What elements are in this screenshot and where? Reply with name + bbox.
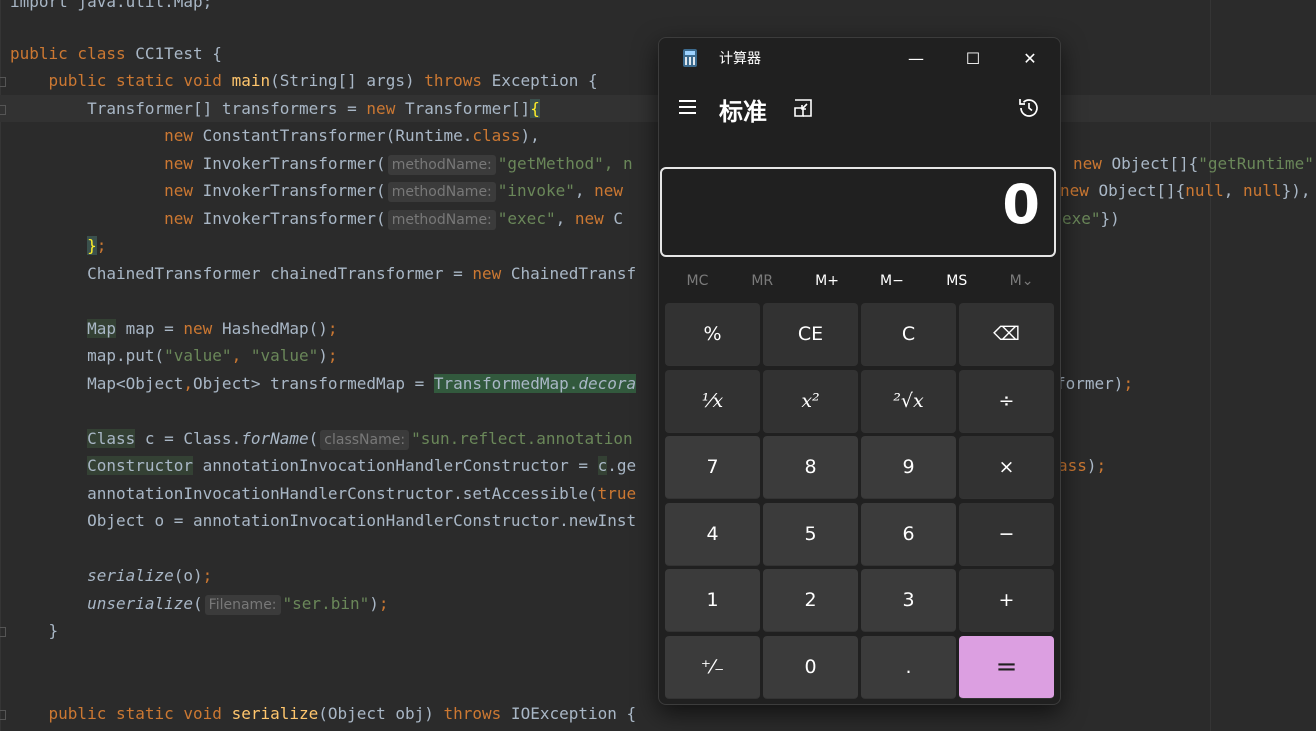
- code-line-main-close: }: [48, 621, 59, 640]
- digit-8-button[interactable]: 8: [763, 436, 858, 500]
- param-hint: methodName:: [387, 155, 496, 175]
- memory-row: MC MR M+ M− MS M⌄: [665, 266, 1054, 296]
- digit-2-button[interactable]: 2: [763, 569, 858, 633]
- code-line-transformed-map-tail: former);: [1056, 374, 1134, 393]
- code-line-class-decl: public class CC1Test {: [10, 44, 222, 63]
- navigation-menu-icon[interactable]: [677, 98, 699, 116]
- code-line-constant-transformer: new ConstantTransformer(Runtime.class),: [164, 126, 540, 145]
- code-line-invoker-1: new InvokerTransformer(methodName: "getMe…: [164, 154, 633, 175]
- code-line-class-forname: Class c = Class.forName(className: "sun.r…: [87, 429, 633, 450]
- result-display: 0: [660, 167, 1056, 257]
- calculator-window[interactable]: 计算器 — ☐ ✕ 标准 0 MC MR M+ M− MS M⌄ % CE C …: [658, 37, 1061, 705]
- calculator-app-icon: [683, 49, 697, 67]
- code-line-transformed-map: Map<Object,Object> transformedMap = Tran…: [10, 374, 637, 393]
- code-line-invoker-2-tail: new Object[]{null, null}),: [1060, 181, 1311, 200]
- param-hint: methodName:: [387, 182, 496, 202]
- subtract-button[interactable]: −: [959, 502, 1054, 566]
- mode-bar: 标准: [659, 86, 1060, 132]
- code-line-invoker-3-tail: exe"}): [1062, 209, 1120, 228]
- code-line-import: import java.util.Map;: [10, 0, 213, 11]
- code-line-map-decl: Map map = new HashedMap();: [87, 319, 338, 338]
- param-hint: className:: [320, 430, 410, 450]
- digit-9-button[interactable]: 9: [861, 436, 956, 500]
- history-icon[interactable]: [1017, 96, 1041, 120]
- code-line-constructor-tail: ass);: [1058, 456, 1107, 475]
- display-value: 0: [1002, 173, 1040, 236]
- multiply-button[interactable]: ×: [959, 436, 1054, 500]
- minimize-button[interactable]: —: [888, 38, 944, 78]
- code-line-main-decl: public static void main(String[] args) t…: [48, 71, 598, 90]
- fold-marker[interactable]: [0, 710, 6, 720]
- fold-marker[interactable]: [0, 627, 6, 637]
- divide-button[interactable]: ÷: [959, 369, 1054, 433]
- digit-0-button[interactable]: 0: [763, 635, 858, 699]
- memory-clear-button[interactable]: MC: [665, 266, 730, 296]
- backspace-button[interactable]: ⌫: [959, 303, 1054, 366]
- code-line-constructor: Constructor annotationInvocationHandlerC…: [87, 456, 637, 475]
- keypad: % CE C ⌫ ¹⁄x x² ²√x ÷ 7 8 9 × 4 5 6− 1 2 3 + ⁺⁄₋ 0. =: [665, 303, 1055, 699]
- code-line-set-accessible: annotationInvocationHandlerConstructor.s…: [10, 484, 637, 503]
- memory-subtract-button[interactable]: M−: [859, 266, 924, 296]
- maximize-button[interactable]: ☐: [945, 38, 1001, 78]
- digit-7-button[interactable]: 7: [665, 436, 760, 500]
- code-line-chained: ChainedTransformer chainedTransformer = …: [10, 264, 637, 283]
- digit-6-button[interactable]: 6: [861, 502, 956, 566]
- fold-marker[interactable]: [0, 105, 6, 115]
- memory-store-button[interactable]: MS: [924, 266, 989, 296]
- clear-entry-button[interactable]: CE: [763, 303, 858, 366]
- digit-5-button[interactable]: 5: [763, 502, 858, 566]
- reciprocal-button[interactable]: ¹⁄x: [665, 369, 760, 433]
- percent-button[interactable]: %: [665, 303, 760, 366]
- param-hint: Filename:: [204, 595, 281, 615]
- equals-button[interactable]: =: [959, 635, 1054, 699]
- code-line-new-instance: Object o = annotationInvocationHandlerCo…: [87, 511, 637, 530]
- calculator-title-bar[interactable]: 计算器 — ☐ ✕: [659, 38, 1060, 78]
- square-root-button[interactable]: ²√x: [861, 369, 956, 433]
- memory-recall-button[interactable]: MR: [730, 266, 795, 296]
- digit-3-button[interactable]: 3: [861, 569, 956, 633]
- code-line-invoker-1-tail: new Object[]{"getRuntime": [1073, 154, 1314, 173]
- keep-on-top-icon[interactable]: [793, 98, 813, 118]
- negate-button[interactable]: ⁺⁄₋: [665, 635, 760, 699]
- code-line-invoker-2: new InvokerTransformer(methodName: "invok…: [164, 181, 624, 202]
- param-hint: methodName:: [387, 210, 496, 230]
- decimal-button[interactable]: .: [861, 635, 956, 699]
- mode-title: 标准: [719, 98, 767, 126]
- code-line-map-put: map.put("value", "value");: [10, 346, 338, 365]
- memory-list-button[interactable]: M⌄: [989, 266, 1054, 296]
- add-button[interactable]: +: [959, 569, 1054, 633]
- digit-1-button[interactable]: 1: [665, 569, 760, 633]
- code-line-unserialize-call: unserialize(Filename: "ser.bin");: [87, 594, 389, 615]
- code-line-invoker-3: new InvokerTransformer(methodName: "exec"…: [164, 209, 624, 230]
- close-button[interactable]: ✕: [1002, 38, 1058, 78]
- clear-button[interactable]: C: [861, 303, 956, 366]
- digit-4-button[interactable]: 4: [665, 502, 760, 566]
- window-title: 计算器: [719, 51, 761, 67]
- square-button[interactable]: x²: [763, 369, 858, 433]
- memory-add-button[interactable]: M+: [795, 266, 860, 296]
- code-line-serialize-call: serialize(o);: [87, 566, 213, 585]
- fold-marker[interactable]: [0, 77, 6, 87]
- code-line-array-close: };: [87, 236, 107, 255]
- code-line-serialize-decl: public static void serialize(Object obj)…: [48, 704, 637, 723]
